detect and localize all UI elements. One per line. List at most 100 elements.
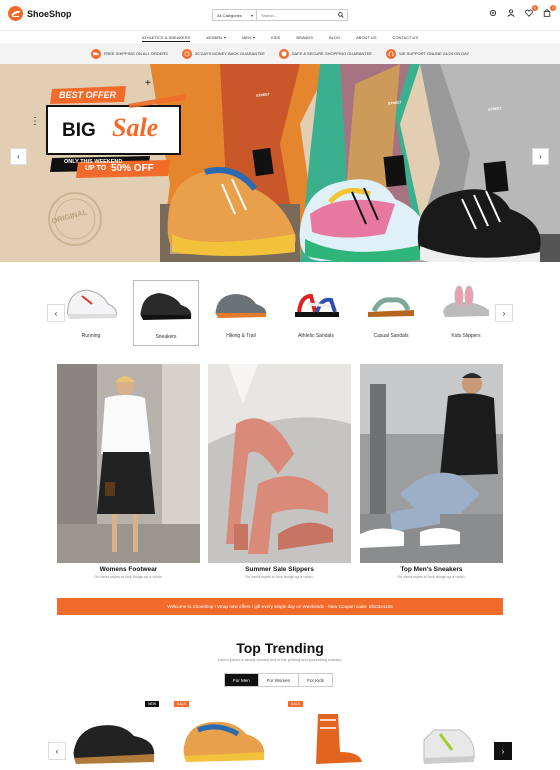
hero-prev-button[interactable]: ‹	[10, 148, 27, 165]
sneaker-image	[136, 281, 196, 325]
shield-icon	[278, 48, 289, 59]
cart-button[interactable]: 0	[542, 5, 556, 18]
promo-subtitle: On-trend styles to kick things up a notc…	[94, 575, 163, 579]
product-card[interactable]	[178, 700, 274, 770]
logo[interactable]: ShoeShop	[8, 6, 72, 21]
hero-banner: + ⋮ BEST OFFER BIG Sale ONLY THIS WEEKEN…	[0, 64, 560, 262]
nav-label: WOMEN	[206, 35, 223, 40]
svg-text:⋮: ⋮	[30, 116, 40, 127]
promo-caption: Summer Sale Slippers On-trend styles to …	[208, 566, 351, 579]
promo-mens-sneakers[interactable]	[360, 364, 503, 563]
nav-label: CONTACT US	[392, 35, 419, 40]
promo-summer-slippers[interactable]	[208, 364, 351, 563]
category-label: Kids Slippers	[451, 333, 481, 339]
promo-title[interactable]: Top Men's Sneakers	[360, 566, 503, 573]
product-image	[316, 714, 362, 764]
money-back-icon	[181, 48, 192, 59]
promo-womens-footwear[interactable]	[57, 364, 200, 563]
product-badge-sale: SALE	[174, 701, 189, 707]
nav-label: KIDS	[270, 35, 281, 40]
product-card[interactable]	[68, 700, 164, 770]
chevron-right-icon: ›	[539, 152, 542, 161]
category-running[interactable]: Running	[58, 280, 124, 346]
hero-up-to: UP TO	[85, 165, 107, 172]
header: ShoeShop All Categories ▾ 0 0	[0, 0, 560, 30]
feature-label: WE SUPPORT ONLINE 24/24 ON DAY	[399, 51, 470, 56]
support-icon	[386, 48, 397, 59]
chevron-down-icon: ▾	[250, 12, 253, 18]
product-card[interactable]	[290, 700, 386, 770]
nav-label: ABOUT US	[356, 35, 377, 40]
hero-percent-off: 50% OFF	[111, 163, 154, 174]
feature-item: WE SUPPORT ONLINE 24/24 ON DAY	[386, 48, 470, 59]
features-bar: FREE SHIPPING ON ALL ORDERS 30 DAYS MONE…	[0, 43, 560, 64]
product-image	[423, 729, 475, 764]
hero-big: BIG	[62, 120, 96, 141]
brand-name: ShoeShop	[27, 8, 72, 19]
feature-item: SAFE & SECURE SHOPPING GUARANTEE	[278, 48, 372, 59]
category-select[interactable]: All Categories ▾	[213, 10, 257, 20]
tab-for-women[interactable]: For Women	[259, 674, 300, 686]
wishlist-button[interactable]: 0	[524, 5, 538, 18]
section-subtitle: Lorem ipsum is simply dummy text of the …	[217, 658, 343, 662]
promo-title[interactable]: Summer Sale Slippers	[208, 566, 351, 573]
bag-icon	[543, 9, 551, 17]
search-icon	[338, 12, 344, 18]
chevron-down-icon: ▾	[224, 35, 227, 40]
category-kids-slippers[interactable]: Kids Slippers	[433, 280, 499, 346]
search-bar: All Categories ▾	[212, 9, 348, 21]
announcement-bar: Welcome to Shoeshop ! Wrap new offers / …	[57, 598, 503, 615]
chevron-right-icon: ›	[501, 746, 505, 756]
trending-prev-button[interactable]: ‹	[48, 742, 66, 760]
chevron-left-icon: ‹	[55, 746, 59, 756]
promo-title[interactable]: Womens Footwear	[57, 566, 200, 573]
hero-best-offer: BEST OFFER	[59, 90, 117, 100]
category-athletic-sandals[interactable]: Athletic Sandals	[283, 280, 349, 346]
chevron-left-icon: ‹	[54, 308, 58, 318]
gear-icon	[489, 9, 497, 17]
category-label: Athletic Sandals	[298, 333, 334, 339]
category-label: Casual Sandals	[373, 333, 409, 339]
svg-text:+: +	[145, 78, 151, 89]
tab-for-men[interactable]: For Men	[225, 674, 259, 686]
category-casual-sandals[interactable]: Casual Sandals	[358, 280, 424, 346]
account-button[interactable]	[506, 8, 516, 18]
trending-next-button[interactable]: ›	[494, 742, 512, 760]
chevron-down-icon: ▾	[252, 35, 255, 40]
promo-subtitle: On-trend styles to kick things up a notc…	[245, 575, 314, 579]
feature-label: FREE SHIPPING ON ALL ORDERS	[103, 51, 168, 56]
section-title: Top Trending	[236, 640, 324, 656]
product-badge-new: NEW	[145, 701, 160, 707]
category-hiking[interactable]: Hiking & Trail	[208, 280, 274, 346]
running-shoe-image	[61, 280, 121, 324]
announcement-text: Welcome to Shoeshop ! Wrap new offers / …	[167, 604, 393, 609]
cart-count: 0	[550, 5, 556, 11]
promo-slippers-image	[208, 364, 351, 563]
tab-for-kids[interactable]: For Kids	[299, 674, 332, 686]
wishlist-count: 0	[532, 5, 538, 11]
feature-label: 30 DAYS MONEY BACK GUARANTEE	[194, 51, 265, 56]
settings-button[interactable]	[488, 8, 498, 18]
casual-sandal-image	[361, 280, 421, 324]
category-sneakers[interactable]: Sneakers	[133, 280, 199, 346]
athletic-sandal-image	[286, 280, 346, 324]
user-icon	[507, 9, 515, 17]
hero-next-button[interactable]: ›	[532, 148, 549, 165]
truck-icon	[90, 48, 101, 59]
category-label: Hiking & Trail	[226, 333, 256, 339]
search-input[interactable]	[257, 10, 335, 20]
chevron-left-icon: ‹	[17, 152, 20, 161]
kids-slipper-image	[436, 280, 496, 324]
trending-tabs: For Men For Women For Kids	[224, 673, 333, 687]
category-label: Running	[81, 333, 101, 339]
promo-subtitle: On-trend styles to kick things up a notc…	[397, 575, 466, 579]
nav-label: BRANDS	[296, 35, 313, 40]
promo-caption: Top Men's Sneakers On-trend styles to ki…	[360, 566, 503, 579]
nav-label: MEN	[242, 35, 251, 40]
hero-sale: Sale	[112, 113, 159, 142]
product-card[interactable]	[400, 700, 496, 770]
main-nav: ATHLETICS & SNEAKERS WOMEN ▾ MEN ▾ KIDS BR…	[0, 30, 560, 43]
search-button[interactable]	[335, 10, 347, 20]
product-image	[73, 725, 155, 764]
category-select-label: All Categories	[217, 12, 242, 18]
